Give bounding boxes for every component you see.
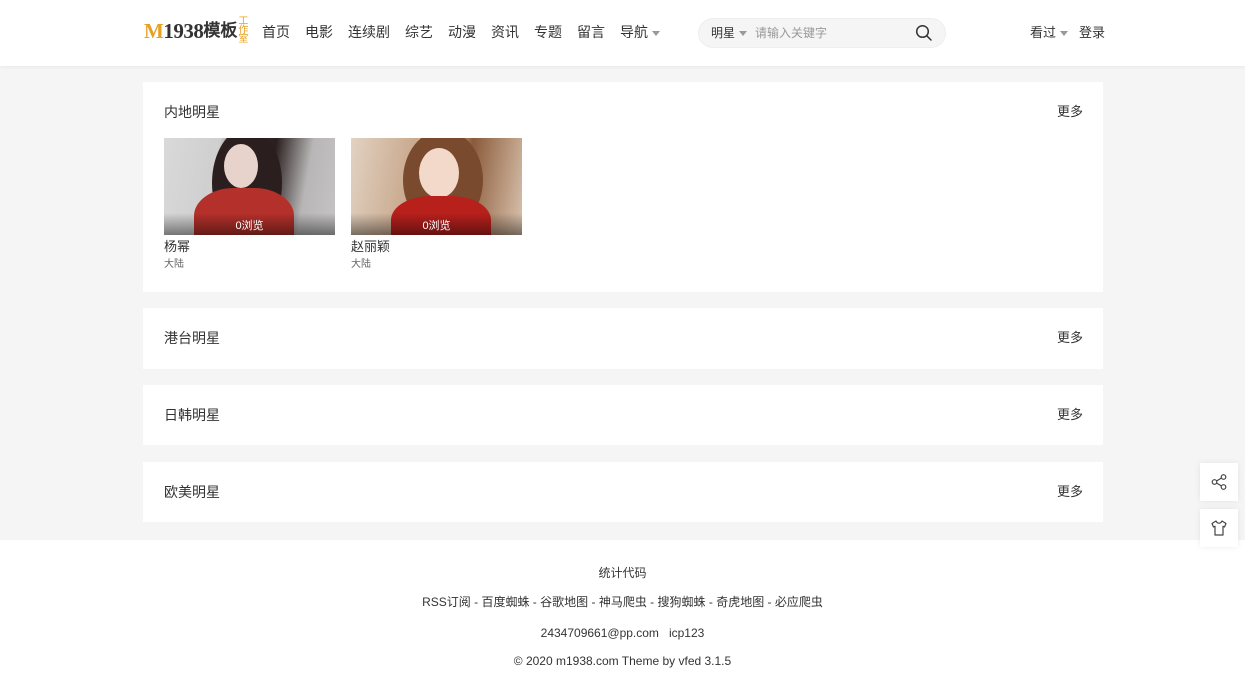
search-box: 明星 bbox=[698, 18, 946, 48]
footer-icp[interactable]: icp123 bbox=[669, 626, 704, 640]
footer-link-separator: - bbox=[470, 595, 482, 609]
footer-link-separator: - bbox=[764, 595, 775, 609]
site-logo[interactable]: M1938 模板 工 作 室 bbox=[144, 16, 248, 46]
star-thumbnail[interactable]: 0浏览 bbox=[351, 138, 522, 235]
section-title: 港台明星 bbox=[164, 330, 220, 346]
star-thumbnail[interactable]: 0浏览 bbox=[164, 138, 335, 235]
star-region: 大陆 bbox=[164, 259, 184, 270]
star-name[interactable]: 赵丽颖 bbox=[351, 239, 522, 255]
footer: 统计代码 RSS订阅 - 百度蜘蛛 - 谷歌地图 - 神马爬虫 - 搜狗蜘蛛 -… bbox=[0, 540, 1245, 695]
star-region: 大陆 bbox=[351, 259, 371, 270]
footer-links: RSS订阅 - 百度蜘蛛 - 谷歌地图 - 神马爬虫 - 搜狗蜘蛛 - 奇虎地图… bbox=[0, 594, 1245, 610]
footer-email[interactable]: 2434709661@pp.com bbox=[541, 626, 659, 640]
search-input[interactable] bbox=[755, 23, 905, 43]
view-count: 0浏览 bbox=[351, 213, 522, 235]
share-icon bbox=[1211, 474, 1227, 490]
search-type-select[interactable]: 明星 bbox=[711, 25, 748, 41]
header: M1938 模板 工 作 室 首页 电影 连续剧 综艺 动漫 资讯 专题 留言 … bbox=[0, 0, 1245, 66]
theme-button[interactable] bbox=[1200, 509, 1238, 547]
footer-link-separator: - bbox=[529, 595, 541, 609]
nav-guide-label: 导航 bbox=[620, 24, 648, 40]
nav-item-anime[interactable]: 动漫 bbox=[448, 22, 476, 42]
footer-link-separator: - bbox=[588, 595, 599, 609]
footer-copyright: © 2020 m1938.com Theme by vfed 3.1.5 bbox=[513, 654, 732, 668]
section-jpkr-stars: 日韩明星 更多 bbox=[143, 385, 1103, 445]
star-card[interactable]: 0浏览 杨幂 大陆 bbox=[164, 138, 335, 271]
nav-item-topic[interactable]: 专题 bbox=[534, 22, 562, 42]
footer-link-baidu[interactable]: 百度蜘蛛 bbox=[481, 595, 529, 609]
history-menu[interactable]: 看过 bbox=[1030, 24, 1069, 42]
login-link[interactable]: 登录 bbox=[1079, 24, 1105, 42]
footer-link-bing[interactable]: 必应爬虫 bbox=[775, 595, 823, 609]
star-card[interactable]: 0浏览 赵丽颖 大陆 bbox=[351, 138, 522, 271]
logo-studio-text: 工 作 室 bbox=[238, 16, 249, 45]
nav-item-news[interactable]: 资讯 bbox=[491, 22, 519, 42]
section-mainland-stars: 内地明星 更多 0浏览 杨幂 大陆 0浏览 赵丽颖 大陆 bbox=[143, 82, 1103, 292]
thumb-face-shape bbox=[224, 144, 258, 188]
section-title: 欧美明星 bbox=[164, 484, 220, 500]
section-western-stars: 欧美明星 更多 bbox=[143, 462, 1103, 522]
section-title: 内地明星 bbox=[164, 104, 220, 120]
section-more-link[interactable]: 更多 bbox=[1057, 482, 1083, 502]
chevron-down-icon bbox=[739, 31, 748, 37]
footer-contact: 2434709661@pp.com icp123 bbox=[0, 625, 1245, 641]
nav-item-home[interactable]: 首页 bbox=[262, 22, 290, 42]
nav-item-message[interactable]: 留言 bbox=[577, 22, 605, 42]
nav-item-guide[interactable]: 导航 bbox=[620, 22, 660, 42]
thumb-face-shape bbox=[419, 148, 459, 198]
chevron-down-icon bbox=[652, 30, 660, 36]
logo-cn-text: 模板 bbox=[203, 21, 238, 41]
footer-link-sogou[interactable]: 搜狗蜘蛛 bbox=[658, 595, 706, 609]
section-hktw-stars: 港台明星 更多 bbox=[143, 308, 1103, 369]
footer-link-separator: - bbox=[705, 595, 717, 609]
section-more-link[interactable]: 更多 bbox=[1057, 405, 1083, 425]
search-type-label: 明星 bbox=[711, 26, 736, 40]
view-count: 0浏览 bbox=[164, 213, 335, 235]
footer-link-rss[interactable]: RSS订阅 bbox=[422, 595, 471, 609]
logo-text: M1938 bbox=[144, 19, 204, 43]
tshirt-icon bbox=[1211, 520, 1227, 536]
history-label: 看过 bbox=[1030, 25, 1057, 40]
stats-code-text: 统计代码 bbox=[598, 566, 647, 580]
share-button[interactable] bbox=[1200, 463, 1238, 501]
main-nav: 首页 电影 连续剧 综艺 动漫 资讯 专题 留言 导航 bbox=[262, 22, 675, 42]
section-title: 日韩明星 bbox=[164, 407, 220, 423]
star-name[interactable]: 杨幂 bbox=[164, 239, 335, 255]
footer-link-google[interactable]: 谷歌地图 bbox=[540, 595, 588, 609]
nav-item-series[interactable]: 连续剧 bbox=[348, 22, 390, 42]
nav-item-variety[interactable]: 综艺 bbox=[405, 22, 433, 42]
chevron-down-icon bbox=[1060, 31, 1069, 37]
section-more-link[interactable]: 更多 bbox=[1057, 102, 1083, 122]
nav-item-movie[interactable]: 电影 bbox=[305, 22, 333, 42]
search-icon[interactable] bbox=[915, 24, 933, 42]
footer-link-shenma[interactable]: 神马爬虫 bbox=[599, 595, 647, 609]
section-more-link[interactable]: 更多 bbox=[1057, 328, 1083, 348]
footer-link-qihoo[interactable]: 奇虎地图 bbox=[716, 595, 764, 609]
footer-link-separator: - bbox=[646, 595, 658, 609]
